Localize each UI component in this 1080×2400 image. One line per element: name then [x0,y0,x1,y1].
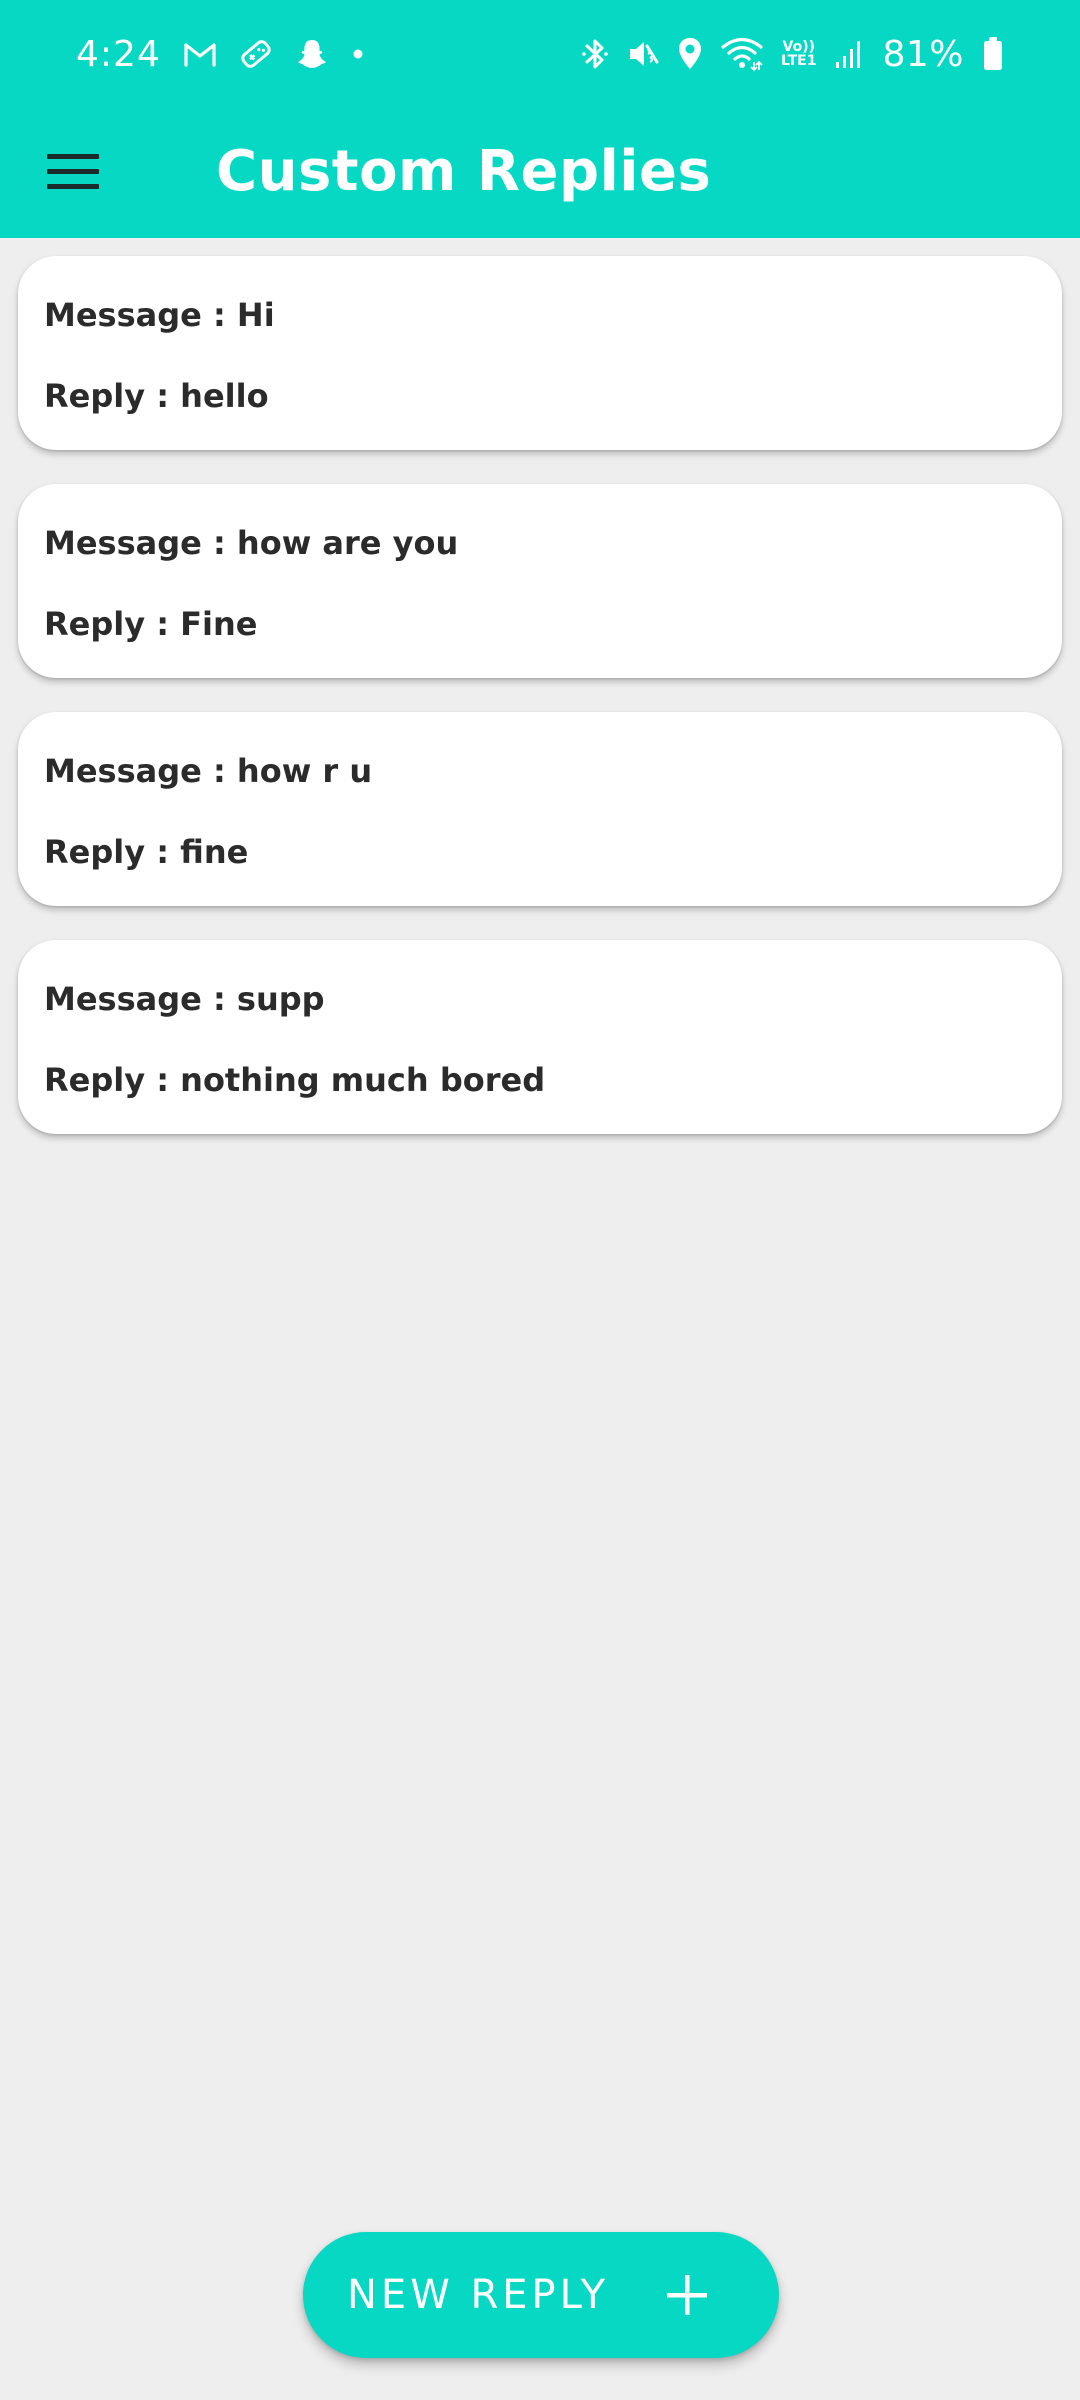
location-icon [677,36,703,72]
hamburger-menu-icon [47,154,99,189]
reply-list: Message : Hi Reply : hello Message : how… [0,238,1080,1168]
status-left: 4:24 [76,28,365,80]
message-text: Message : how are you [44,524,459,562]
battery-percentage: 81% [882,33,964,75]
reply-text: Reply : nothing much bored [44,1061,546,1099]
reply-text: Reply : hello [44,377,269,415]
game-controller-icon [239,37,273,71]
message-text: Message : how r u [44,752,373,790]
status-right: Vo)) LTE1 81% [581,28,1004,80]
menu-button[interactable] [36,134,110,208]
volte-icon: Vo)) LTE1 [781,40,816,68]
network-label: LTE1 [781,53,817,69]
signal-icon [834,38,864,70]
gmail-icon [183,41,217,67]
wifi-icon [721,36,763,72]
snapchat-icon [295,37,329,71]
reply-card[interactable]: Message : Hi Reply : hello [18,256,1062,450]
message-text: Message : Hi [44,296,275,334]
message-text: Message : supp [44,980,325,1018]
new-reply-label: NEW REPLY [347,2272,610,2318]
reply-text: Reply : fine [44,833,249,871]
vibrate-icon [627,36,659,72]
status-time: 4:24 [76,33,161,75]
app-bar: Custom Replies [0,110,1080,238]
bluetooth-icon [581,36,609,72]
dot-icon [351,47,365,61]
page-title: Custom Replies [216,139,712,204]
new-reply-button[interactable]: NEW REPLY [303,2232,779,2358]
battery-icon [982,36,1004,72]
reply-card[interactable]: Message : how r u Reply : fine [18,712,1062,906]
reply-text: Reply : Fine [44,605,258,643]
plus-icon [667,2275,707,2315]
reply-card[interactable]: Message : how are you Reply : Fine [18,484,1062,678]
reply-card[interactable]: Message : supp Reply : nothing much bore… [18,940,1062,1134]
status-bar: 4:24 Vo)) LTE1 81% [0,0,1080,110]
